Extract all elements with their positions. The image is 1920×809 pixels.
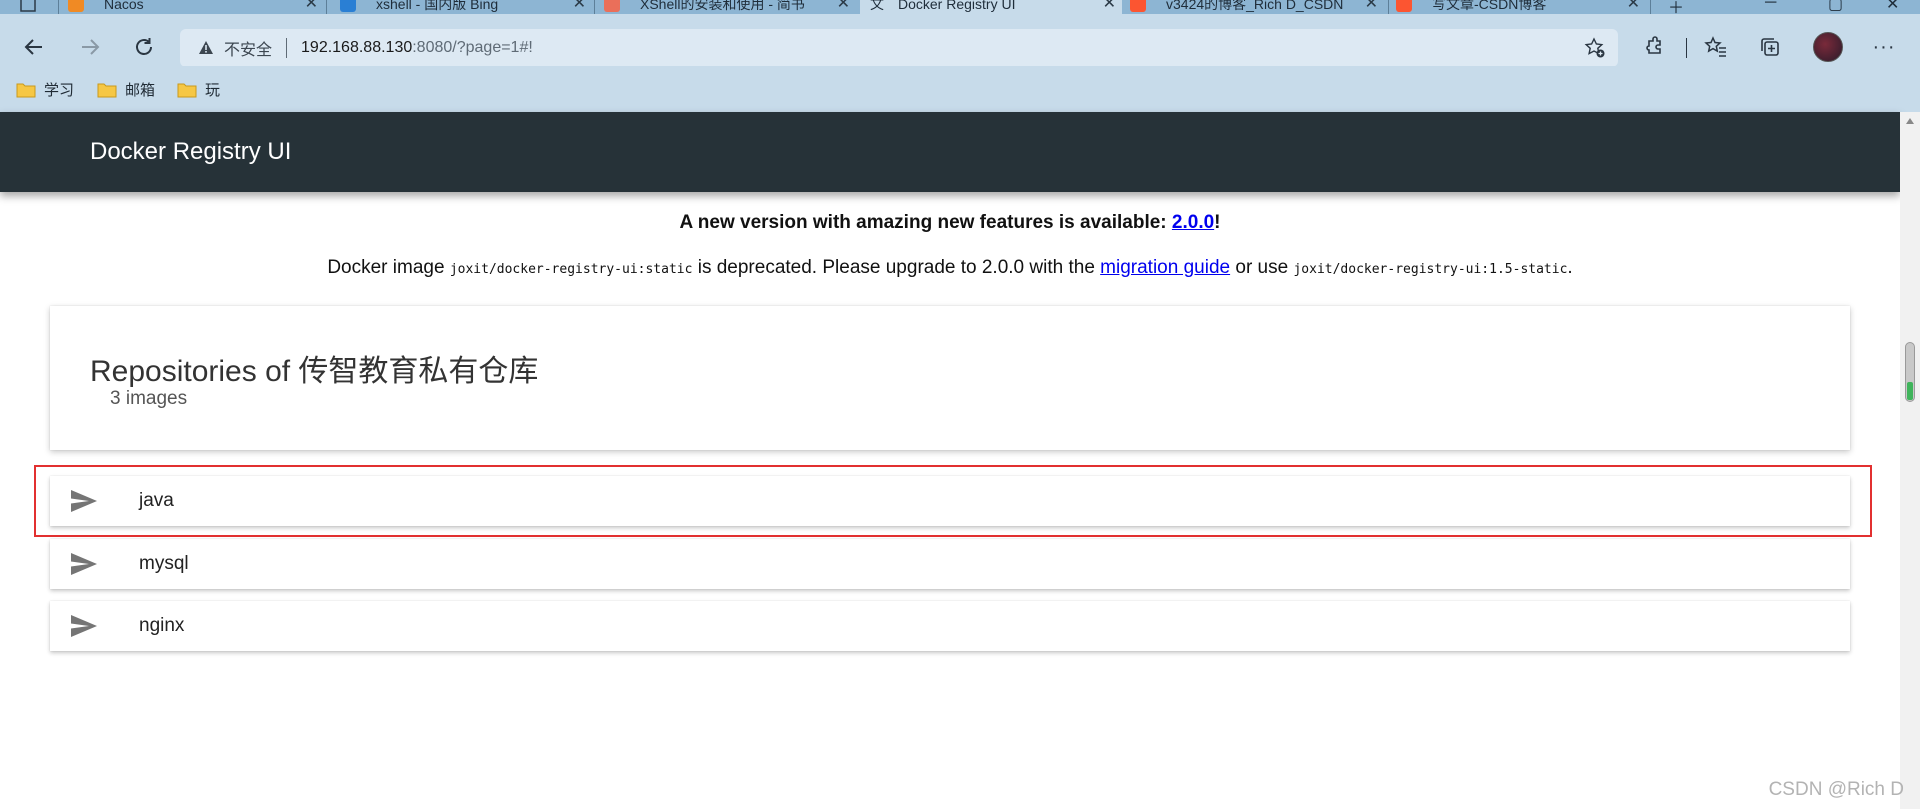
more-options-icon[interactable]: ···: [1868, 31, 1900, 63]
refresh-icon[interactable]: [128, 31, 160, 63]
notice-sub-or: or use: [1230, 257, 1294, 278]
add-favorite-icon[interactable]: [1584, 37, 1606, 59]
tab-title: Nacos: [104, 0, 144, 12]
bookmark-label: 学习: [44, 82, 75, 99]
tab-title: Docker Registry UI: [898, 0, 1016, 12]
page-scrollbar[interactable]: [1900, 112, 1920, 809]
app-title[interactable]: Docker Registry UI: [90, 138, 291, 166]
avatar[interactable]: [1812, 31, 1844, 63]
repositories-card: Repositories of 传智教育私有仓库 3 images: [50, 306, 1850, 450]
address-divider: [286, 38, 288, 58]
csdn-favicon-icon: [1396, 0, 1412, 12]
scroll-up-icon[interactable]: [1906, 118, 1914, 124]
csdn-favicon-icon: [1130, 0, 1146, 12]
nacos-favicon-icon: [68, 0, 84, 12]
repository-name: nginx: [139, 615, 185, 636]
back-icon[interactable]: [18, 31, 50, 63]
new-tab-icon[interactable]: ＋: [1668, 0, 1684, 14]
tab-strip: Nacos ✕ xshell - 国内版 Bing ✕ XShell的安装和使用…: [0, 0, 1920, 14]
tab-separator: [1650, 0, 1651, 14]
bookmarks-bar: 学习 邮箱 玩: [0, 66, 1920, 112]
warning-icon: [199, 41, 213, 54]
bing-favicon-icon: [340, 0, 356, 12]
notice-suffix: !: [1214, 212, 1221, 233]
scroll-indicator: [1907, 382, 1913, 400]
image-count: 3 images: [110, 388, 188, 409]
repository-item-java[interactable]: java: [50, 476, 1850, 526]
tab-nacos[interactable]: Nacos ✕: [68, 0, 324, 14]
deprecated-image: joxit/docker-registry-ui:static: [449, 262, 693, 277]
close-icon[interactable]: ✕: [573, 0, 586, 14]
repository-name: java: [139, 490, 174, 511]
alt-image: joxit/docker-registry-ui:1.5-static: [1293, 262, 1568, 277]
folder-icon: [16, 83, 36, 97]
watermark: CSDN @Rich D: [1768, 779, 1904, 800]
tab-separator: [326, 0, 327, 14]
tab-separator: [1388, 0, 1389, 14]
close-icon[interactable]: ✕: [1365, 0, 1378, 14]
favorites-icon[interactable]: [1700, 31, 1732, 63]
repository-name: mysql: [139, 553, 189, 574]
tab-separator: [594, 0, 595, 14]
notice-text: A new version with amazing new features …: [679, 212, 1172, 233]
url-path: :8080/?page=1#!: [412, 39, 533, 56]
toolbar-divider: [1686, 38, 1687, 58]
translate-favicon-icon: 文: [870, 0, 884, 12]
window-close-icon[interactable]: ✕: [1886, 0, 1899, 14]
notice-sub-middle: is deprecated. Please upgrade to 2.0.0 w…: [692, 257, 1101, 278]
tab-docker-registry-ui[interactable]: 文 Docker Registry UI ✕: [860, 0, 1122, 14]
folder-icon: [177, 83, 197, 97]
bookmark-label: 玩: [205, 82, 221, 99]
forward-icon[interactable]: [74, 31, 106, 63]
bookmark-study[interactable]: 学习: [16, 79, 74, 100]
maximize-icon[interactable]: ▢: [1828, 0, 1843, 14]
bookmark-label: 邮箱: [125, 82, 156, 99]
repositories-title: Repositories of 传智教育私有仓库: [90, 355, 539, 388]
collections-icon[interactable]: [1754, 31, 1786, 63]
version-link[interactable]: 2.0.0: [1172, 212, 1214, 233]
close-icon[interactable]: ✕: [305, 0, 318, 14]
repository-item-mysql[interactable]: mysql: [50, 539, 1850, 589]
bookmark-play[interactable]: 玩: [177, 79, 220, 100]
repository-item-nginx[interactable]: nginx: [50, 601, 1850, 651]
folder-icon: [97, 83, 117, 97]
extensions-icon[interactable]: [1638, 31, 1670, 63]
migration-guide-link[interactable]: migration guide: [1100, 257, 1230, 278]
close-icon[interactable]: ✕: [1627, 0, 1640, 14]
tab-separator: [58, 0, 59, 14]
tab-bing[interactable]: xshell - 国内版 Bing ✕: [340, 0, 592, 14]
tab-title: 写文章-CSDN博客: [1432, 0, 1547, 12]
insecure-label: 不安全: [224, 42, 273, 59]
tab-jianshu[interactable]: XShell的安装和使用 - 简书 ✕: [604, 0, 856, 14]
update-notice: A new version with amazing new features …: [0, 212, 1900, 234]
tab-actions-icon[interactable]: [0, 0, 60, 14]
deprecation-notice: Docker image joxit/docker-registry-ui:st…: [0, 257, 1900, 279]
notice-sub-end: .: [1567, 257, 1573, 278]
tab-csdn-write[interactable]: 写文章-CSDN博客 ✕: [1396, 0, 1646, 14]
notice-sub-prefix: Docker image: [327, 257, 450, 278]
send-icon: [71, 553, 97, 575]
tab-title: XShell的安装和使用 - 简书: [640, 0, 805, 12]
address-bar[interactable]: 不安全 192.168.88.130 :8080/?page=1#!: [180, 29, 1618, 67]
app-header: Docker Registry UI: [0, 112, 1900, 192]
send-icon: [71, 490, 97, 512]
tab-csdn-blog[interactable]: v3424的博客_Rich D_CSDN ✕: [1130, 0, 1384, 14]
jianshu-favicon-icon: [604, 0, 620, 12]
url-host: 192.168.88.130: [301, 39, 413, 56]
close-icon[interactable]: ✕: [837, 0, 850, 14]
send-icon: [71, 615, 97, 637]
tab-title: v3424的博客_Rich D_CSDN: [1166, 0, 1344, 12]
tab-title: xshell - 国内版 Bing: [376, 0, 499, 12]
minimize-icon[interactable]: ─: [1765, 0, 1776, 12]
close-icon[interactable]: ✕: [1103, 0, 1116, 14]
bookmark-mail[interactable]: 邮箱: [97, 79, 155, 100]
